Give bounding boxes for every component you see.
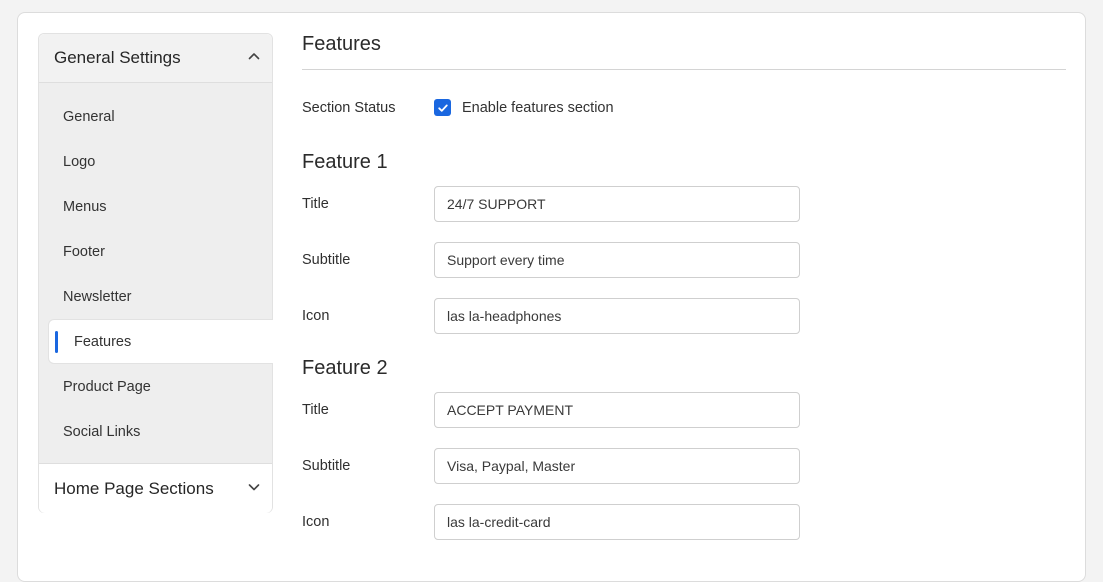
feature-1-title-row: Title bbox=[302, 186, 800, 222]
accordion-general-settings[interactable]: General Settings bbox=[39, 34, 272, 83]
checkmark-icon bbox=[437, 104, 448, 112]
settings-sidebar: General Settings General Logo Menus Foot… bbox=[38, 33, 273, 513]
feature-1-subtitle-input[interactable] bbox=[434, 242, 800, 278]
enable-features-label[interactable]: Enable features section bbox=[462, 100, 614, 116]
sidebar-item-features[interactable]: Features bbox=[48, 319, 273, 364]
field-label: Subtitle bbox=[302, 252, 351, 268]
feature-2-title-input[interactable] bbox=[434, 392, 800, 428]
feature-1-icon-row: Icon bbox=[302, 298, 800, 334]
field-label: Title bbox=[302, 402, 329, 418]
feature-2-icon-row: Icon bbox=[302, 504, 800, 540]
feature-1-title-input[interactable] bbox=[434, 186, 800, 222]
feature-1-heading: Feature 1 bbox=[302, 151, 388, 173]
chevron-down-icon bbox=[247, 479, 261, 499]
sidebar-item-product-page[interactable]: Product Page bbox=[39, 364, 272, 409]
feature-1-subtitle-row: Subtitle bbox=[302, 242, 800, 278]
section-status-row: Section Status Enable features section bbox=[302, 99, 614, 116]
field-label: Icon bbox=[302, 514, 330, 530]
sidebar-item-menus[interactable]: Menus bbox=[39, 184, 272, 229]
sidebar-item-footer[interactable]: Footer bbox=[39, 229, 272, 274]
section-status-label: Section Status bbox=[302, 99, 396, 116]
feature-2-title-row: Title bbox=[302, 392, 800, 428]
feature-1-icon-input[interactable] bbox=[434, 298, 800, 334]
sidebar-item-label: Menus bbox=[63, 198, 107, 215]
field-label: Subtitle bbox=[302, 458, 351, 474]
field-label: Title bbox=[302, 196, 329, 212]
features-settings-panel: Features Section Status Enable features … bbox=[302, 33, 1066, 540]
sidebar-item-general[interactable]: General bbox=[39, 94, 272, 139]
sidebar-item-label: Product Page bbox=[63, 378, 151, 395]
accordion-home-page-sections[interactable]: Home Page Sections bbox=[39, 464, 272, 513]
sidebar-item-label: Features bbox=[74, 333, 132, 350]
feature-2-subtitle-row: Subtitle bbox=[302, 448, 800, 484]
sidebar-item-label: General bbox=[63, 108, 115, 125]
feature-2-heading: Feature 2 bbox=[302, 357, 388, 379]
sidebar-item-social-links[interactable]: Social Links bbox=[39, 409, 272, 454]
enable-features-checkbox[interactable] bbox=[434, 99, 451, 116]
sidebar-item-label: Logo bbox=[63, 153, 96, 170]
field-label: Icon bbox=[302, 308, 330, 324]
sidebar-item-label: Social Links bbox=[63, 423, 141, 440]
page-title: Features bbox=[302, 33, 1066, 70]
sidebar-item-label: Newsletter bbox=[63, 288, 132, 305]
chevron-up-icon bbox=[247, 48, 261, 68]
feature-2-subtitle-input[interactable] bbox=[434, 448, 800, 484]
accordion-general-settings-body: General Logo Menus Footer Newsletter Fea… bbox=[39, 83, 273, 464]
accordion-title: Home Page Sections bbox=[54, 478, 214, 498]
sidebar-item-newsletter[interactable]: Newsletter bbox=[39, 274, 272, 319]
sidebar-item-label: Footer bbox=[63, 243, 105, 260]
feature-2-icon-input[interactable] bbox=[434, 504, 800, 540]
settings-card: General Settings General Logo Menus Foot… bbox=[17, 12, 1086, 582]
sidebar-item-logo[interactable]: Logo bbox=[39, 139, 272, 184]
accordion-title: General Settings bbox=[54, 48, 181, 67]
